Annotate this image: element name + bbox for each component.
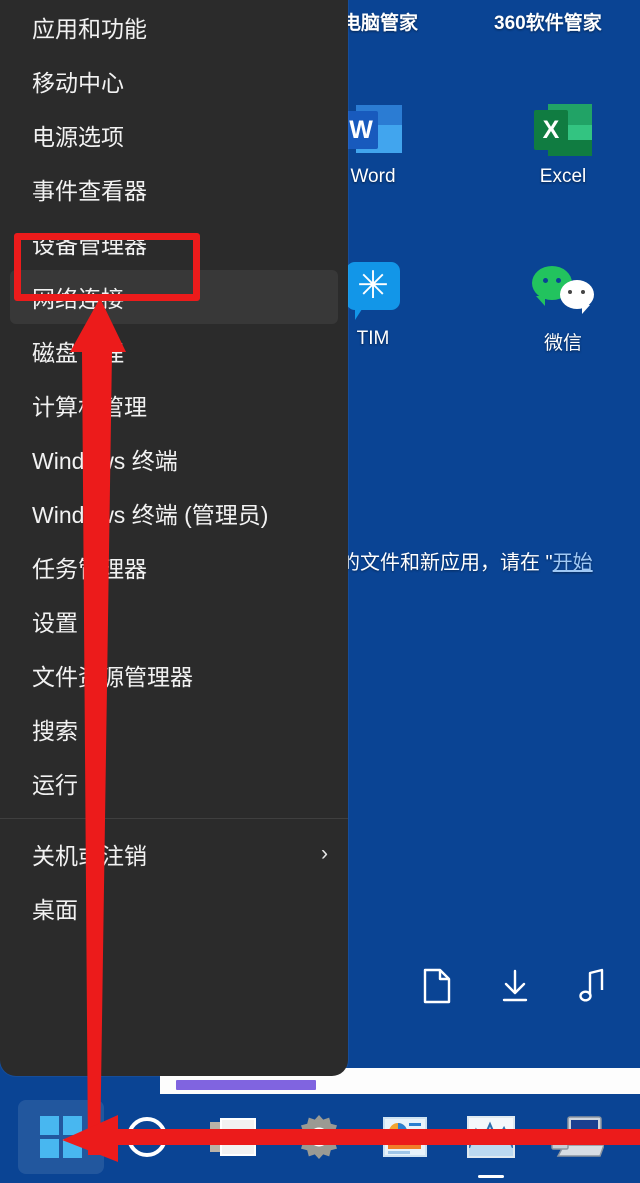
document-icon[interactable] bbox=[398, 968, 476, 1004]
menu-item-8[interactable]: Windows 终端 bbox=[0, 432, 348, 486]
chevron-right-icon: › bbox=[321, 842, 328, 865]
menu-item-13[interactable]: 搜索 bbox=[0, 702, 348, 756]
desktop-notice-text: 的文件和新应用，请在 "开始 bbox=[340, 546, 593, 575]
excel-icon-letter: X bbox=[534, 110, 568, 150]
desktop-icon-excel[interactable]: X Excel bbox=[508, 96, 618, 188]
tim-icon-glyph: ✳ bbox=[357, 265, 389, 307]
menu-separator bbox=[0, 818, 348, 819]
menu-item-label: Windows 终端 bbox=[32, 448, 178, 474]
menu-item-label: 设置 bbox=[32, 610, 78, 636]
task-view-icon bbox=[210, 1118, 256, 1156]
menu-item-label: 运行 bbox=[32, 772, 78, 798]
menu-item-label: 电源选项 bbox=[32, 124, 124, 150]
menu-item-12[interactable]: 文件资源管理器 bbox=[0, 648, 348, 702]
start-button[interactable] bbox=[18, 1100, 104, 1174]
menu-item-11[interactable]: 设置 bbox=[0, 594, 348, 648]
windows-logo-icon bbox=[40, 1116, 82, 1158]
menu-item-15[interactable]: 关机或注销 › bbox=[0, 827, 348, 881]
menu-item-label: 事件查看器 bbox=[32, 178, 147, 204]
app-button-3[interactable] bbox=[534, 1100, 620, 1174]
screen: 电脑管家 360软件管家 W Word X Excel ✳ TIM 微信 的文件… bbox=[0, 0, 640, 1183]
menu-item-label: 桌面 bbox=[32, 897, 78, 923]
settings-button[interactable] bbox=[276, 1100, 362, 1174]
gear-icon bbox=[296, 1114, 342, 1160]
desktop-notice-prefix: 的文件和新应用，请在 " bbox=[340, 552, 553, 574]
menu-item-label: 任务管理器 bbox=[32, 556, 147, 582]
taskbar-active-indicator bbox=[478, 1175, 504, 1178]
desktop-icon-wechat[interactable]: 微信 bbox=[508, 258, 618, 355]
app-button-1[interactable] bbox=[362, 1100, 448, 1174]
menu-item-0[interactable]: 应用和功能 bbox=[0, 0, 348, 54]
menu-item-label: 计算机管理 bbox=[32, 394, 147, 420]
annotation-highlight-rectangle bbox=[14, 233, 200, 301]
menu-item-10[interactable]: 任务管理器 bbox=[0, 540, 348, 594]
background-progress-bar bbox=[176, 1080, 316, 1090]
desktop-icon-wechat-label: 微信 bbox=[543, 333, 582, 354]
task-view-button[interactable] bbox=[190, 1100, 276, 1174]
excel-icon: X bbox=[508, 96, 618, 162]
menu-item-3[interactable]: 事件查看器 bbox=[0, 162, 348, 216]
menu-item-label: 搜索 bbox=[32, 718, 78, 744]
taskbar bbox=[0, 1094, 640, 1183]
menu-item-16[interactable]: 桌面 bbox=[0, 881, 348, 935]
desktop-notice-link[interactable]: 开始 bbox=[553, 552, 593, 574]
app-tile-icon bbox=[383, 1117, 427, 1157]
menu-item-7[interactable]: 计算机管理 bbox=[0, 378, 348, 432]
search-circle-icon bbox=[127, 1117, 167, 1157]
app-button-2[interactable] bbox=[448, 1100, 534, 1178]
menu-item-6[interactable]: 磁盘管理 bbox=[0, 324, 348, 378]
menu-item-label: 应用和功能 bbox=[32, 16, 147, 42]
menu-item-label: Windows 终端 (管理员) bbox=[32, 502, 269, 528]
search-button[interactable] bbox=[104, 1100, 190, 1174]
win-x-context-menu[interactable]: 应用和功能 移动中心 电源选项 事件查看器 设备管理器 网络连接 磁盘管理 计算机管理 Wind… bbox=[0, 0, 348, 1076]
music-note-icon[interactable] bbox=[554, 968, 632, 1004]
chart-graph-icon bbox=[467, 1116, 515, 1158]
desktop-label-pc-manager: 电脑管家 bbox=[342, 13, 419, 34]
menu-item-label: 移动中心 bbox=[32, 70, 124, 96]
menu-item-label: 文件资源管理器 bbox=[32, 664, 193, 690]
desktop-label-360-software-manager: 360软件管家 bbox=[494, 13, 602, 34]
menu-item-label: 磁盘管理 bbox=[32, 340, 124, 366]
desktop-icon-excel-label: Excel bbox=[539, 166, 587, 187]
menu-item-2[interactable]: 电源选项 bbox=[0, 108, 348, 162]
menu-item-1[interactable]: 移动中心 bbox=[0, 54, 348, 108]
computer-icon bbox=[550, 1115, 606, 1159]
wechat-icon bbox=[508, 258, 618, 324]
menu-item-label: 关机或注销 bbox=[32, 843, 147, 869]
menu-item-14[interactable]: 运行 bbox=[0, 756, 348, 810]
download-icon[interactable] bbox=[476, 968, 554, 1004]
menu-item-9[interactable]: Windows 终端 (管理员) bbox=[0, 486, 348, 540]
word-icon-letter: W bbox=[344, 111, 378, 149]
